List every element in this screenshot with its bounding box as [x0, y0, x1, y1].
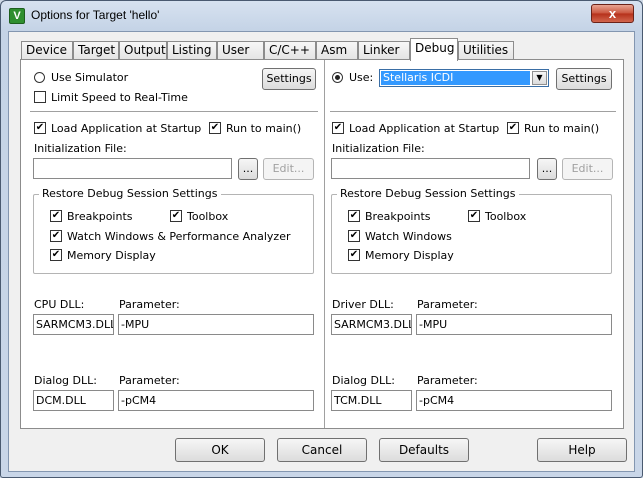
right-memory-checkbox[interactable]: ✔ — [348, 249, 360, 261]
left-memory-label: Memory Display — [67, 249, 156, 262]
use-simulator-label: Use Simulator — [51, 71, 129, 84]
right-browse-button[interactable]: ... — [537, 158, 557, 180]
tab-user[interactable]: User — [217, 41, 264, 60]
right-run-to-main-label: Run to main() — [524, 122, 600, 135]
tab-c-cpp[interactable]: C/C++ — [264, 41, 316, 60]
left-load-app-checkbox[interactable]: ✔ — [34, 122, 46, 134]
left-run-to-main-checkbox[interactable]: ✔ — [209, 122, 221, 134]
driver-select[interactable]: Stellaris ICDI ▼ — [379, 69, 549, 87]
tab-listing[interactable]: Listing — [167, 41, 217, 60]
right-load-app-label: Load Application at Startup — [349, 122, 500, 135]
cpu-dll-input[interactable]: SARMCM3.DLL — [33, 314, 114, 335]
left-dialog-dll-input[interactable]: DCM.DLL — [33, 390, 114, 411]
tab-output[interactable]: Output — [119, 41, 167, 60]
close-button[interactable]: x — [591, 4, 634, 23]
help-button[interactable]: Help — [537, 438, 627, 462]
driver-param-input[interactable]: -MPU — [416, 314, 612, 335]
window-title: Options for Target 'hello' — [31, 8, 160, 22]
defaults-button[interactable]: Defaults — [379, 438, 469, 462]
left-init-file-input[interactable] — [33, 158, 232, 179]
left-restore-group-title: Restore Debug Session Settings — [39, 188, 221, 200]
chevron-down-icon[interactable]: ▼ — [532, 71, 547, 85]
keil-app-icon: V — [9, 8, 25, 24]
right-breakpoints-checkbox[interactable]: ✔ — [348, 210, 360, 222]
right-run-to-main-checkbox[interactable]: ✔ — [507, 122, 519, 134]
left-separator — [30, 111, 318, 112]
right-init-file-input[interactable] — [331, 158, 530, 179]
cpu-param-label: Parameter: — [119, 298, 180, 311]
left-watch-label: Watch Windows & Performance Analyzer — [67, 230, 291, 243]
use-driver-radio[interactable] — [332, 72, 343, 83]
cancel-button[interactable]: Cancel — [277, 438, 367, 462]
right-restore-group-title: Restore Debug Session Settings — [337, 188, 519, 200]
driver-select-value: Stellaris ICDI — [381, 71, 530, 85]
tab-asm[interactable]: Asm — [316, 41, 358, 60]
left-breakpoints-label: Breakpoints — [67, 210, 133, 223]
options-dialog: V Options for Target 'hello' x Device Ta… — [0, 0, 643, 478]
left-browse-button[interactable]: ... — [238, 158, 258, 180]
right-dialog-dll-label: Dialog DLL: — [332, 374, 395, 387]
right-dialog-dll-input[interactable]: TCM.DLL — [331, 390, 412, 411]
right-load-app-checkbox[interactable]: ✔ — [332, 122, 344, 134]
left-toolbox-label: Toolbox — [187, 210, 229, 223]
left-run-to-main-label: Run to main() — [226, 122, 302, 135]
driver-dll-input[interactable]: SARMCM3.DLL — [331, 314, 412, 335]
limit-speed-checkbox[interactable] — [34, 91, 46, 103]
right-dialog-param-input[interactable]: -pCM4 — [416, 390, 612, 411]
right-separator — [330, 111, 616, 112]
left-edit-button[interactable]: Edit... — [263, 158, 314, 180]
tab-device[interactable]: Device — [21, 41, 73, 60]
driver-settings-button[interactable]: Settings — [556, 68, 612, 90]
cpu-dll-label: CPU DLL: — [34, 298, 85, 311]
ok-button[interactable]: OK — [175, 438, 265, 462]
limit-speed-label: Limit Speed to Real-Time — [51, 91, 188, 104]
title-bar[interactable]: V Options for Target 'hello' x — [1, 1, 642, 31]
use-simulator-radio[interactable] — [34, 72, 45, 83]
right-watch-checkbox[interactable]: ✔ — [348, 230, 360, 242]
tab-target[interactable]: Target — [73, 41, 119, 60]
left-memory-checkbox[interactable]: ✔ — [50, 249, 62, 261]
tab-utilities[interactable]: Utilities — [458, 41, 514, 60]
debug-panel: Use Simulator Limit Speed to Real-Time S… — [20, 59, 624, 429]
right-toolbox-checkbox[interactable]: ✔ — [468, 210, 480, 222]
right-memory-label: Memory Display — [365, 249, 454, 262]
cpu-param-input[interactable]: -MPU — [118, 314, 314, 335]
left-dialog-dll-label: Dialog DLL: — [34, 374, 97, 387]
left-dialog-param-label: Parameter: — [119, 374, 180, 387]
driver-param-label: Parameter: — [417, 298, 478, 311]
tab-debug[interactable]: Debug — [410, 38, 458, 61]
right-init-file-label: Initialization File: — [332, 142, 425, 155]
use-driver-label: Use: — [349, 71, 374, 84]
right-watch-label: Watch Windows — [365, 230, 452, 243]
left-dialog-param-input[interactable]: -pCM4 — [118, 390, 314, 411]
left-watch-checkbox[interactable]: ✔ — [50, 230, 62, 242]
right-breakpoints-label: Breakpoints — [365, 210, 431, 223]
right-toolbox-label: Toolbox — [485, 210, 527, 223]
tab-linker[interactable]: Linker — [358, 41, 410, 60]
simulator-settings-button[interactable]: Settings — [262, 68, 316, 90]
dialog-client: Device Target Output Listing User C/C++ … — [8, 31, 635, 472]
left-load-app-label: Load Application at Startup — [51, 122, 202, 135]
right-dialog-param-label: Parameter: — [417, 374, 478, 387]
column-divider — [324, 60, 325, 428]
driver-dll-label: Driver DLL: — [332, 298, 394, 311]
left-breakpoints-checkbox[interactable]: ✔ — [50, 210, 62, 222]
left-init-file-label: Initialization File: — [34, 142, 127, 155]
left-toolbox-checkbox[interactable]: ✔ — [170, 210, 182, 222]
right-edit-button[interactable]: Edit... — [562, 158, 613, 180]
